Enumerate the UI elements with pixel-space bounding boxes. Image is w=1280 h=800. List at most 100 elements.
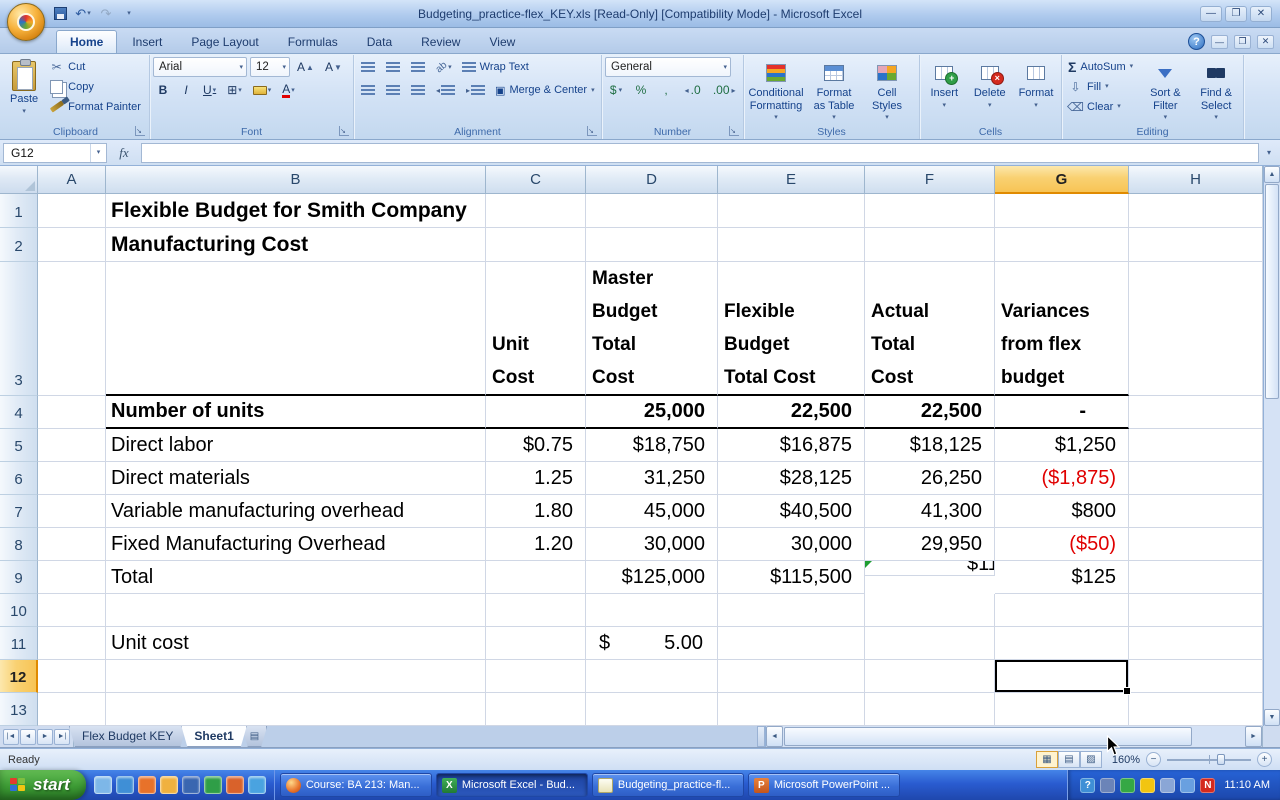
cell-H5[interactable] xyxy=(1129,429,1263,462)
qat-customize-button[interactable]: ▾ xyxy=(119,5,139,23)
page-break-view-button[interactable]: ▨ xyxy=(1080,751,1102,768)
cell-E13[interactable] xyxy=(718,693,865,726)
font-size-select[interactable]: 12▾ xyxy=(250,57,290,77)
cell-A10[interactable] xyxy=(38,594,106,627)
cell-A7[interactable] xyxy=(38,495,106,528)
format-as-table-button[interactable]: Format as Table ▾ xyxy=(808,57,860,124)
antivirus-icon[interactable] xyxy=(1120,778,1135,793)
cell-A5[interactable] xyxy=(38,429,106,462)
merge-center-button[interactable]: ▣Merge & Center▾ xyxy=(492,81,598,100)
cell-A12[interactable] xyxy=(38,660,106,693)
cell-A9[interactable] xyxy=(38,561,106,594)
cell-G11[interactable] xyxy=(995,627,1129,660)
name-box[interactable]: G12 ▾ xyxy=(3,143,107,163)
internet-explorer-icon[interactable] xyxy=(116,776,134,794)
cell-C1[interactable] xyxy=(486,194,586,228)
cell-styles-button[interactable]: Cell Styles ▾ xyxy=(863,57,911,124)
align-center-button[interactable] xyxy=(382,80,404,100)
volume-icon[interactable] xyxy=(1160,778,1175,793)
row-header-1[interactable]: 1 xyxy=(0,194,38,228)
insert-cells-button[interactable]: Insert ▾ xyxy=(923,57,966,112)
cell-F7[interactable]: 41,300 xyxy=(865,495,995,528)
input-language-icon[interactable] xyxy=(1100,778,1115,793)
cell-D5[interactable]: $18,750 xyxy=(586,429,718,462)
cell-D10[interactable] xyxy=(586,594,718,627)
sort-filter-button[interactable]: Sort & Filter ▾ xyxy=(1142,57,1190,124)
row-header-12[interactable]: 12 xyxy=(0,660,38,693)
fill-color-button[interactable]: ▾ xyxy=(249,80,276,100)
cell-C7[interactable]: 1.80 xyxy=(486,495,586,528)
cell-E6[interactable]: $28,125 xyxy=(718,462,865,495)
cut-button[interactable]: ✂Cut xyxy=(46,57,144,76)
next-sheet-button[interactable]: ► xyxy=(37,729,53,745)
previous-sheet-button[interactable]: ◄ xyxy=(20,729,36,745)
find-select-button[interactable]: Find & Select ▾ xyxy=(1192,57,1240,124)
conditional-formatting-button[interactable]: Conditional Formatting ▾ xyxy=(747,57,805,124)
cell-C12[interactable] xyxy=(486,660,586,693)
align-right-button[interactable] xyxy=(407,80,429,100)
increase-indent-button[interactable]: ▸ xyxy=(462,80,489,100)
align-bottom-button[interactable] xyxy=(407,57,429,77)
name-box-dropdown[interactable]: ▾ xyxy=(90,144,106,162)
word-icon[interactable] xyxy=(182,776,200,794)
fill-button[interactable]: ⇩Fill▾ xyxy=(1065,77,1139,96)
cell-D2[interactable] xyxy=(586,228,718,262)
cell-H6[interactable] xyxy=(1129,462,1263,495)
restore-button[interactable]: ❐ xyxy=(1225,6,1247,22)
workbook-close-button[interactable]: ✕ xyxy=(1257,35,1274,49)
decrease-indent-button[interactable]: ◂ xyxy=(432,80,459,100)
cell-E3[interactable]: FlexibleBudgetTotal Cost xyxy=(718,262,865,396)
tab-page-layout[interactable]: Page Layout xyxy=(177,30,272,53)
dialog-launcher-icon[interactable]: ↘ xyxy=(729,126,739,136)
row-header-3[interactable]: 3 xyxy=(0,262,38,396)
cell-D7[interactable]: 45,000 xyxy=(586,495,718,528)
column-header-A[interactable]: A xyxy=(38,166,106,194)
cell-E10[interactable] xyxy=(718,594,865,627)
cell-D4[interactable]: 25,000 xyxy=(586,396,718,429)
cell-E12[interactable] xyxy=(718,660,865,693)
accounting-format-button[interactable]: $▾ xyxy=(605,80,627,100)
cell-A4[interactable] xyxy=(38,396,106,429)
cell-H11[interactable] xyxy=(1129,627,1263,660)
undo-button[interactable]: ↶▾ xyxy=(73,5,93,23)
zoom-slider-thumb[interactable] xyxy=(1217,754,1225,765)
scroll-right-button[interactable]: ► xyxy=(1245,726,1262,747)
zoom-slider[interactable] xyxy=(1167,752,1251,767)
cell-G9[interactable]: $125 xyxy=(995,561,1129,594)
align-left-button[interactable] xyxy=(357,80,379,100)
underline-button[interactable]: U▾ xyxy=(199,80,220,100)
cell-B11[interactable]: Unit cost xyxy=(106,627,486,660)
vertical-scroll-thumb[interactable] xyxy=(1265,184,1279,399)
insert-function-button[interactable]: fx xyxy=(109,145,139,161)
cell-H8[interactable] xyxy=(1129,528,1263,561)
zoom-out-button[interactable]: − xyxy=(1146,752,1161,767)
align-top-button[interactable] xyxy=(357,57,379,77)
cell-F5[interactable]: $18,125 xyxy=(865,429,995,462)
horizontal-scrollbar[interactable]: ◄ ► xyxy=(765,726,1262,747)
column-header-B[interactable]: B xyxy=(106,166,486,194)
autosum-button[interactable]: ΣAutoSum▾ xyxy=(1065,57,1139,76)
tab-scrollbar-splitter[interactable] xyxy=(757,726,765,747)
cell-E4[interactable]: 22,500 xyxy=(718,396,865,429)
cell-C11[interactable] xyxy=(486,627,586,660)
cell-G2[interactable] xyxy=(995,228,1129,262)
horizontal-scroll-thumb[interactable] xyxy=(784,727,1192,746)
horizontal-scroll-track[interactable] xyxy=(1193,726,1245,747)
cell-F4[interactable]: 22,500 xyxy=(865,396,995,429)
cell-C10[interactable] xyxy=(486,594,586,627)
show-desktop-icon[interactable] xyxy=(94,776,112,794)
paste-button[interactable]: Paste ▾ xyxy=(5,57,43,118)
dialog-launcher-icon[interactable]: ↘ xyxy=(339,126,349,136)
cell-A6[interactable] xyxy=(38,462,106,495)
media-player-icon[interactable] xyxy=(248,776,266,794)
cell-F1[interactable] xyxy=(865,194,995,228)
cell-C2[interactable] xyxy=(486,228,586,262)
network-icon[interactable] xyxy=(1180,778,1195,793)
increase-decimal-button[interactable]: ◂.0 xyxy=(680,80,705,100)
cell-B10[interactable] xyxy=(106,594,486,627)
taskbar-button[interactable]: Microsoft Excel - Bud... xyxy=(436,773,588,797)
cell-B4[interactable]: Number of units xyxy=(106,396,486,429)
cell-E11[interactable] xyxy=(718,627,865,660)
column-header-H[interactable]: H xyxy=(1129,166,1263,194)
vertical-scrollbar[interactable]: ▲ ▼ xyxy=(1263,166,1280,726)
